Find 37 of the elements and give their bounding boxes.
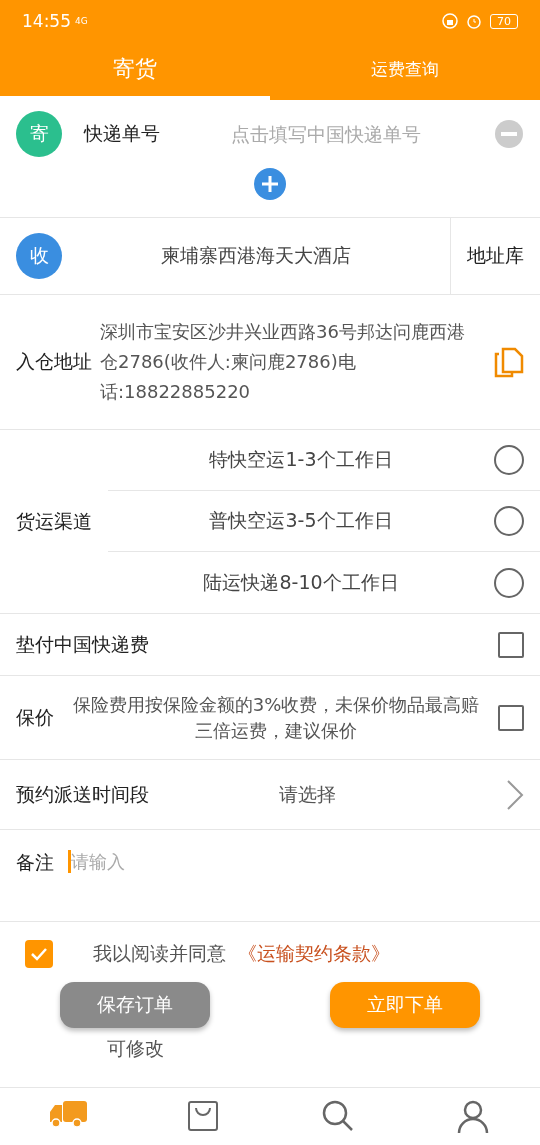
add-icon[interactable]: [254, 168, 286, 200]
alarm-icon: [466, 13, 482, 29]
field-label: 垫付中国快递费: [16, 631, 149, 657]
checkbox[interactable]: [25, 940, 53, 968]
shipping-option[interactable]: 普快空运3-5个工作日: [108, 508, 494, 534]
chevron-right-icon[interactable]: [506, 778, 524, 811]
address-book-button[interactable]: 地址库: [450, 218, 524, 294]
field-label: 备注: [16, 850, 54, 875]
editable-note: 可修改: [106, 1036, 164, 1061]
field-label: 保价: [16, 704, 54, 730]
checkbox[interactable]: [498, 704, 524, 731]
check-icon: [30, 947, 48, 961]
truck-icon: [47, 1100, 88, 1128]
network-indicator: 4G: [75, 16, 88, 26]
agreement-text: 我以阅读并同意: [93, 941, 226, 966]
radio-button[interactable]: [494, 445, 524, 475]
battery-level: 70: [490, 13, 518, 29]
user-icon: [456, 1100, 489, 1134]
insurance-note: 保险费用按保险金额的3%收费，未保价物品最高赔三倍运费，建议保价: [71, 692, 481, 743]
time-slot-select[interactable]: 请选择: [149, 781, 506, 808]
send-badge: 寄: [16, 111, 62, 157]
field-label: 入仓地址: [16, 349, 92, 374]
field-label: 货运渠道: [16, 508, 92, 534]
terms-link[interactable]: 《运输契约条款》: [238, 941, 390, 967]
shipping-option[interactable]: 陆运快递8-10个工作日: [108, 569, 494, 596]
status-time: 14:55: [22, 11, 71, 31]
radio-button[interactable]: [494, 567, 524, 598]
shipping-option[interactable]: 特快空运1-3个工作日: [108, 447, 494, 473]
field-label: 快递单号: [84, 121, 160, 146]
search-icon: [321, 1100, 354, 1132]
checkbox[interactable]: [498, 631, 524, 658]
shopping-bag-icon: [186, 1100, 219, 1132]
field-label: 预约派送时间段: [16, 781, 149, 807]
receiver-name[interactable]: 柬埔寨西港海天大酒店: [62, 243, 450, 269]
radio-button[interactable]: [494, 506, 524, 536]
warehouse-address: 深圳市宝安区沙井兴业西路36号邦达问鹿西港仓2786(收件人:柬问鹿2786)电话:18822885220: [99, 320, 466, 404]
receive-badge: 收: [16, 233, 62, 279]
